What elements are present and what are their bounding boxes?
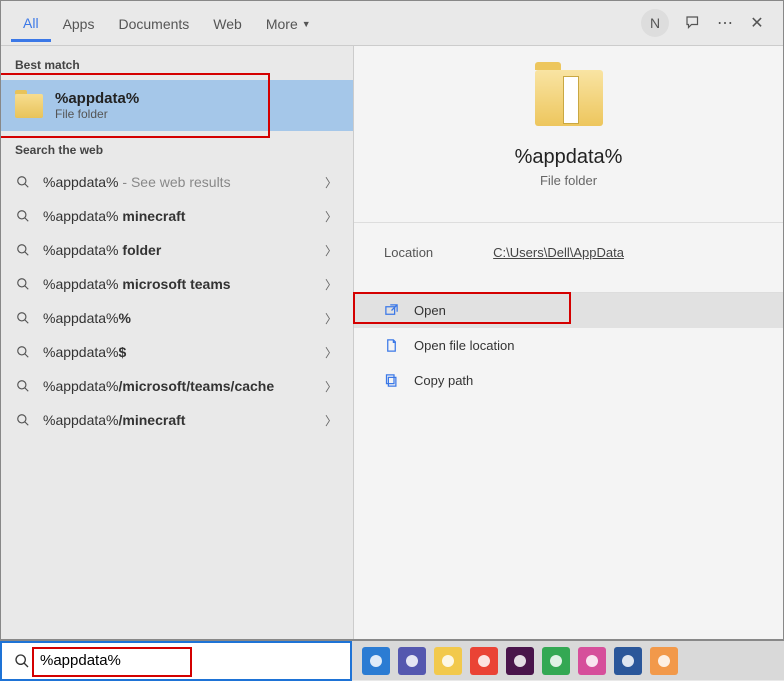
taskbar-app-explorer[interactable] (434, 647, 462, 675)
search-window: All Apps Documents Web More▼ N ⋯ ✕ Best … (0, 0, 784, 640)
best-match-title: %appdata% (55, 90, 139, 107)
result-text: %appdata% microsoft teams (43, 276, 231, 292)
tabs-bar: All Apps Documents Web More▼ N ⋯ ✕ (1, 1, 783, 45)
result-text: %appdata% folder (43, 242, 161, 258)
web-result[interactable]: %appdata% folder 〉 (1, 233, 353, 267)
tab-all[interactable]: All (11, 5, 51, 42)
section-best-match: Best match (1, 46, 353, 80)
result-text: %appdata%/microsoft/teams/cache (43, 378, 274, 394)
taskbar-app-chrome2[interactable] (542, 647, 570, 675)
web-result[interactable]: %appdata% microsoft teams 〉 (1, 267, 353, 301)
chevron-down-icon: ▼ (302, 19, 311, 29)
action-copy-path[interactable]: Copy path (354, 363, 783, 398)
search-icon (15, 378, 31, 394)
search-icon (15, 310, 31, 326)
location-row: Location C:\Users\Dell\AppData (354, 223, 783, 282)
result-text: %appdata% minecraft (43, 208, 185, 224)
search-icon (15, 344, 31, 360)
taskbar: %appdata% (0, 640, 784, 680)
chevron-right-icon: 〉 (325, 378, 337, 395)
chevron-right-icon: 〉 (325, 412, 337, 429)
action-open[interactable]: Open (354, 293, 783, 328)
chevron-right-icon: 〉 (325, 276, 337, 293)
web-result[interactable]: %appdata%/microsoft/teams/cache 〉 (1, 369, 353, 403)
search-icon (15, 412, 31, 428)
action-open-location[interactable]: Open file location (354, 328, 783, 363)
web-result[interactable]: %appdata% minecraft 〉 (1, 199, 353, 233)
taskbar-app-slack[interactable] (506, 647, 534, 675)
taskbar-app-edge[interactable] (362, 647, 390, 675)
chevron-right-icon: 〉 (325, 242, 337, 259)
action-copy-path-label: Copy path (414, 373, 473, 388)
result-text: %appdata% - See web results (43, 174, 231, 190)
chevron-right-icon: 〉 (325, 174, 337, 191)
taskbar-app-snip[interactable] (578, 647, 606, 675)
details-panel: %appdata% File folder Location C:\Users\… (353, 46, 783, 639)
tab-more[interactable]: More▼ (254, 6, 323, 40)
search-icon (15, 276, 31, 292)
search-icon (15, 174, 31, 190)
chevron-right-icon: 〉 (325, 344, 337, 361)
details-title: %appdata% (515, 146, 623, 169)
user-avatar[interactable]: N (641, 9, 669, 37)
folder-icon (15, 94, 43, 118)
close-icon[interactable]: ✕ (741, 13, 773, 33)
section-search-web: Search the web (1, 131, 353, 165)
file-location-icon (384, 338, 400, 353)
web-result[interactable]: %appdata% - See web results 〉 (1, 165, 353, 199)
open-icon (384, 303, 400, 318)
folder-large-icon (535, 70, 603, 126)
web-result[interactable]: %appdata%% 〉 (1, 301, 353, 335)
chevron-right-icon: 〉 (325, 208, 337, 225)
more-options-icon[interactable]: ⋯ (709, 13, 741, 33)
web-result[interactable]: %appdata%/minecraft 〉 (1, 403, 353, 437)
search-icon (14, 653, 30, 669)
result-text: %appdata%% (43, 310, 131, 326)
tab-web[interactable]: Web (201, 6, 254, 40)
location-value[interactable]: C:\Users\Dell\AppData (493, 245, 624, 260)
copy-icon (384, 373, 400, 388)
action-open-label: Open (414, 303, 446, 318)
result-text: %appdata%/minecraft (43, 412, 185, 428)
taskbar-app-chrome[interactable] (470, 647, 498, 675)
taskbar-app-paint[interactable] (650, 647, 678, 675)
location-label: Location (384, 245, 433, 260)
taskbar-search-box[interactable]: %appdata% (0, 641, 352, 681)
tab-apps[interactable]: Apps (51, 6, 107, 40)
best-match-result[interactable]: %appdata% File folder (1, 80, 353, 131)
results-panel: Best match %appdata% File folder Search … (1, 46, 353, 639)
search-icon (15, 208, 31, 224)
action-open-location-label: Open file location (414, 338, 514, 353)
details-subtitle: File folder (540, 173, 597, 188)
best-match-subtitle: File folder (55, 107, 139, 121)
feedback-icon[interactable] (677, 14, 709, 32)
taskbar-app-word[interactable] (614, 647, 642, 675)
search-input-value: %appdata% (40, 652, 121, 669)
web-result[interactable]: %appdata%$ 〉 (1, 335, 353, 369)
taskbar-app-teams[interactable] (398, 647, 426, 675)
tab-documents[interactable]: Documents (106, 6, 201, 40)
result-text: %appdata%$ (43, 344, 126, 360)
search-icon (15, 242, 31, 258)
chevron-right-icon: 〉 (325, 310, 337, 327)
